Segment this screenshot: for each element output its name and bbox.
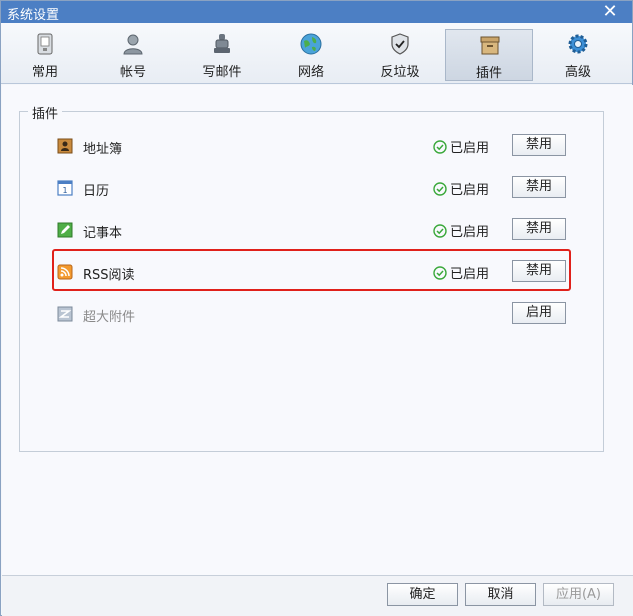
check-circle-icon xyxy=(433,224,447,238)
plugin-row-calendar: 1 日历 已启用 禁用 xyxy=(2,176,633,200)
close-icon[interactable]: ✕ xyxy=(602,2,618,22)
disable-button[interactable]: 禁用 xyxy=(512,134,566,156)
plugin-status: 已启用 xyxy=(433,137,489,156)
plugin-name: 超大附件 xyxy=(83,310,136,325)
enable-button[interactable]: 启用 xyxy=(512,302,566,324)
notepad-icon xyxy=(57,222,73,238)
check-circle-icon xyxy=(433,140,447,154)
tab-network[interactable]: 网络 xyxy=(267,29,355,81)
plugin-name: 记事本 xyxy=(83,226,123,241)
plugins-panel: 插件 地址簿 已启用 禁用 1 日历 已启用 禁用 记事本 已启用 禁用 RSS… xyxy=(2,85,633,575)
check-circle-icon xyxy=(433,182,447,196)
window-title: 系统设置 xyxy=(7,8,60,23)
status-text: 已启用 xyxy=(450,141,490,156)
tab-advanced[interactable]: 高级 xyxy=(534,29,622,81)
disable-button[interactable]: 禁用 xyxy=(512,176,566,198)
tab-compose[interactable]: 写邮件 xyxy=(178,29,266,81)
plugin-name: 地址簿 xyxy=(83,142,123,157)
tab-general[interactable]: 常用 xyxy=(1,29,89,81)
title-bar: 系统设置 ✕ xyxy=(1,1,632,23)
tab-account[interactable]: 帐号 xyxy=(89,29,177,81)
tab-label: 网络 xyxy=(297,65,324,80)
ink-stamp-icon xyxy=(214,34,230,53)
tab-antispam[interactable]: 反垃圾 xyxy=(356,29,444,81)
address-book-icon xyxy=(57,138,73,154)
user-icon xyxy=(123,34,143,55)
shield-icon xyxy=(391,33,409,55)
ok-button[interactable]: 确定 xyxy=(387,583,458,606)
plugin-row-large-attachment: 超大附件 启用 xyxy=(2,302,633,326)
plugin-status: 已启用 xyxy=(433,221,489,240)
status-text: 已启用 xyxy=(450,183,490,198)
plugin-name: 日历 xyxy=(83,184,110,199)
plugin-status: 已启用 xyxy=(433,179,489,198)
apply-button[interactable]: 应用(A) xyxy=(543,583,614,606)
settings-window: 系统设置 ✕ 常用 帐号 写邮件 网络 反垃圾 插件 高级 插件 地址簿 已启用… xyxy=(0,0,633,616)
calendar-icon: 1 xyxy=(57,180,73,196)
dialog-footer: 确定 取消 应用(A) xyxy=(2,575,633,616)
plugin-row-address-book: 地址簿 已启用 禁用 xyxy=(2,134,633,158)
tab-plugins[interactable]: 插件 xyxy=(445,29,533,81)
svg-text:1: 1 xyxy=(62,186,67,195)
tab-label: 高级 xyxy=(564,65,591,80)
box-icon xyxy=(480,36,500,55)
status-text: 已启用 xyxy=(450,225,490,240)
globe-icon xyxy=(300,33,322,55)
tab-label: 插件 xyxy=(475,66,502,81)
phone-icon xyxy=(37,33,53,55)
disable-button[interactable]: 禁用 xyxy=(512,218,566,240)
tab-label: 反垃圾 xyxy=(380,65,420,80)
highlight-box xyxy=(52,249,571,291)
large-attachment-icon xyxy=(57,306,73,322)
cancel-button[interactable]: 取消 xyxy=(465,583,536,606)
tab-label: 写邮件 xyxy=(202,65,242,80)
tab-label: 帐号 xyxy=(119,65,146,80)
tab-label: 常用 xyxy=(31,65,58,80)
plugins-group-title: 插件 xyxy=(28,103,63,122)
plugin-row-notepad: 记事本 已启用 禁用 xyxy=(2,218,633,242)
settings-toolbar: 常用 帐号 写邮件 网络 反垃圾 插件 高级 xyxy=(1,23,632,84)
gear-icon xyxy=(568,34,588,54)
